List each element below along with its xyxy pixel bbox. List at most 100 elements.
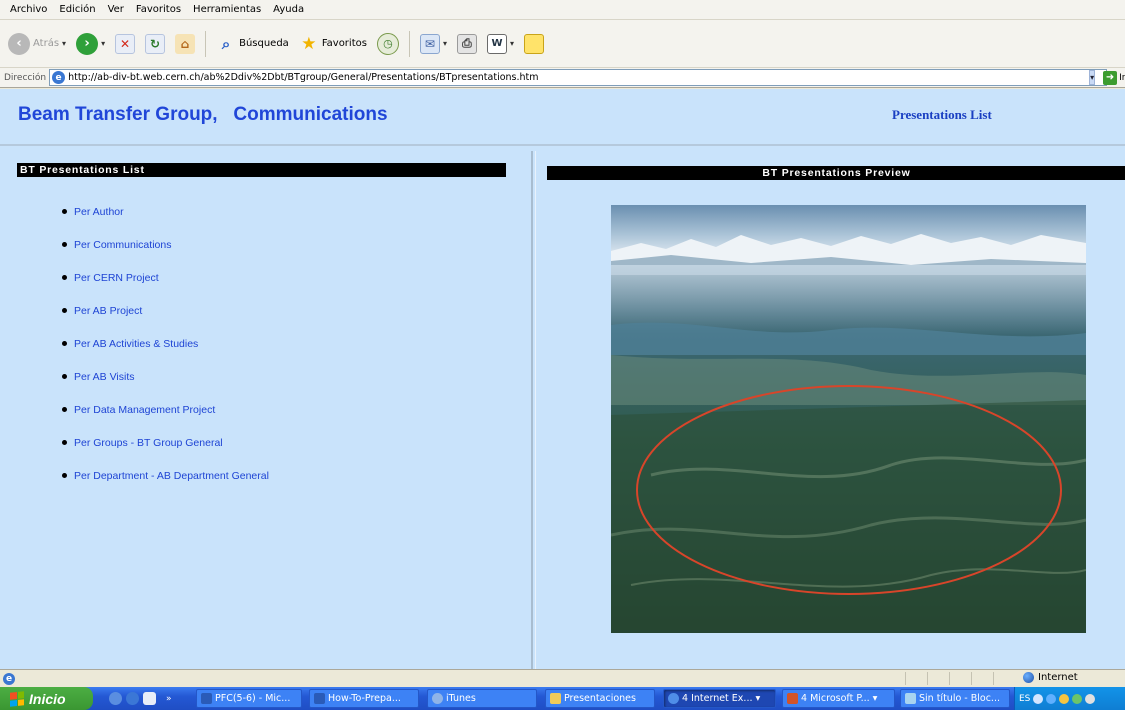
menu-ayuda[interactable]: Ayuda bbox=[267, 4, 310, 15]
favorites-button[interactable]: ★ Favoritos bbox=[297, 28, 369, 60]
list-item-link[interactable]: Per AB Visits bbox=[74, 371, 135, 383]
go-label: Ir bbox=[1119, 72, 1125, 83]
start-button[interactable]: Inicio bbox=[0, 687, 93, 710]
notes-button[interactable] bbox=[522, 28, 546, 60]
list-item-link[interactable]: Per Author bbox=[74, 206, 124, 218]
bullet-icon bbox=[62, 209, 67, 214]
menu-herramientas[interactable]: Herramientas bbox=[187, 4, 267, 15]
network-icon[interactable] bbox=[1046, 693, 1057, 704]
ie-page-icon: e bbox=[3, 672, 15, 685]
status-cell bbox=[993, 672, 1015, 685]
menu-archivo[interactable]: Archivo bbox=[4, 4, 53, 15]
presentations-list-link[interactable]: Presentations List bbox=[892, 107, 992, 123]
toolbar-separator bbox=[205, 30, 207, 57]
stop-button[interactable]: ✕ bbox=[113, 28, 137, 60]
back-label: Atrás bbox=[33, 38, 60, 49]
folder-icon bbox=[550, 693, 561, 704]
chevron-right-icon[interactable]: » bbox=[166, 694, 172, 704]
forward-arrow-icon: › bbox=[76, 32, 99, 55]
search-button[interactable]: ⌕ Búsqueda bbox=[214, 28, 291, 60]
chevron-down-icon[interactable]: ▾ bbox=[443, 39, 447, 48]
list-item[interactable]: Per Communications bbox=[62, 228, 269, 261]
address-input[interactable]: e http://ab-div-bt.web.cern.ch/ab%2Ddiv%… bbox=[49, 69, 1108, 86]
menu-favoritos[interactable]: Favoritos bbox=[130, 4, 187, 15]
menu-bar: Archivo Edición Ver Favoritos Herramient… bbox=[0, 0, 1125, 20]
ie-icon[interactable] bbox=[126, 692, 139, 705]
forward-button[interactable]: › ▾ bbox=[74, 28, 107, 60]
list-heading: BT Presentations List bbox=[17, 163, 506, 177]
go-button[interactable]: ➜ Ir bbox=[1103, 70, 1125, 85]
presentations-list: Per Author Per Communications Per CERN P… bbox=[62, 195, 269, 492]
chevron-down-icon[interactable]: ▾ bbox=[1089, 70, 1096, 85]
task-label: 4 Microsoft P... bbox=[801, 693, 870, 704]
list-item-link[interactable]: Per Department - AB Department General bbox=[74, 470, 269, 482]
list-item[interactable]: Per AB Activities & Studies bbox=[62, 327, 269, 360]
status-cell bbox=[971, 672, 993, 685]
mail-button[interactable]: ✉ ▾ bbox=[418, 28, 449, 60]
word-icon bbox=[314, 693, 325, 704]
search-label: Búsqueda bbox=[239, 38, 289, 49]
taskbar-button[interactable]: PFC(5-6) - Mic... bbox=[196, 689, 302, 708]
list-item-link[interactable]: Per Data Management Project bbox=[74, 404, 215, 416]
globe-icon bbox=[1023, 672, 1034, 683]
refresh-icon: ↻ bbox=[145, 33, 166, 54]
windows-taskbar: Inicio » PFC(5-6) - Mic... How-To-Prepa.… bbox=[0, 687, 1125, 710]
word-icon bbox=[201, 693, 212, 704]
tray-arrow-icon[interactable] bbox=[1033, 693, 1044, 704]
chevron-down-icon: ▾ bbox=[755, 693, 761, 704]
presentations-list-pane: BT Presentations List Per Author Per Com… bbox=[0, 151, 533, 669]
tray-app-icon[interactable] bbox=[1085, 693, 1096, 704]
list-item-link[interactable]: Per AB Project bbox=[74, 305, 142, 317]
list-item[interactable]: Per Department - AB Department General bbox=[62, 459, 269, 492]
show-desktop-icon[interactable] bbox=[143, 692, 156, 705]
tray-app-icon[interactable] bbox=[1072, 693, 1083, 704]
bullet-icon bbox=[62, 308, 67, 313]
list-item[interactable]: Per Data Management Project bbox=[62, 393, 269, 426]
list-item[interactable]: Per Author bbox=[62, 195, 269, 228]
menu-edicion[interactable]: Edición bbox=[53, 4, 101, 15]
home-button[interactable]: ⌂ bbox=[173, 28, 197, 60]
mail-icon: ✉ bbox=[419, 33, 440, 54]
chevron-down-icon[interactable]: ▾ bbox=[510, 39, 514, 48]
page-title: Beam Transfer Group, Communications bbox=[18, 104, 388, 125]
back-button[interactable]: ‹ Atrás ▾ bbox=[6, 28, 68, 60]
security-zone[interactable]: Internet bbox=[1023, 672, 1078, 683]
taskbar-button[interactable]: Presentaciones bbox=[545, 689, 655, 708]
toolbar-separator bbox=[408, 30, 410, 57]
quick-launch: » bbox=[109, 692, 172, 705]
taskbar-button[interactable]: iTunes bbox=[427, 689, 537, 708]
bullet-icon bbox=[62, 374, 67, 379]
note-icon bbox=[523, 33, 544, 54]
task-label: How-To-Prepa... bbox=[328, 693, 401, 704]
bullet-icon bbox=[62, 242, 67, 247]
taskbar-button[interactable]: Sin título - Bloc... bbox=[900, 689, 1010, 708]
list-item[interactable]: Per AB Project bbox=[62, 294, 269, 327]
taskbar-button[interactable]: 4 Internet Ex... ▾ bbox=[663, 689, 776, 708]
taskbar-button[interactable]: 4 Microsoft P... ▾ bbox=[782, 689, 895, 708]
tray-app-icon[interactable] bbox=[1059, 693, 1070, 704]
language-indicator[interactable]: ES bbox=[1019, 694, 1030, 704]
word-edit-icon: W bbox=[486, 33, 507, 54]
list-item-link[interactable]: Per Communications bbox=[74, 239, 171, 251]
list-item-link[interactable]: Per CERN Project bbox=[74, 272, 159, 284]
chevron-down-icon[interactable]: ▾ bbox=[101, 39, 105, 48]
menu-ver[interactable]: Ver bbox=[102, 4, 130, 15]
list-item[interactable]: Per CERN Project bbox=[62, 261, 269, 294]
status-cell bbox=[905, 672, 927, 685]
taskbar-button[interactable]: How-To-Prepa... bbox=[309, 689, 419, 708]
browser-toolbar: ‹ Atrás ▾ › ▾ ✕ ↻ ⌂ ⌕ Búsqueda ★ Favorit… bbox=[0, 20, 1125, 68]
history-button[interactable]: ◷ bbox=[375, 28, 401, 60]
list-item[interactable]: Per Groups - BT Group General bbox=[62, 426, 269, 459]
print-button[interactable]: ⎙ bbox=[455, 28, 479, 60]
bullet-icon bbox=[62, 407, 67, 412]
chevron-down-icon: ▾ bbox=[872, 693, 878, 704]
refresh-button[interactable]: ↻ bbox=[143, 28, 167, 60]
media-player-icon[interactable] bbox=[109, 692, 122, 705]
list-item[interactable]: Per AB Visits bbox=[62, 360, 269, 393]
chevron-down-icon[interactable]: ▾ bbox=[62, 39, 66, 48]
list-item-link[interactable]: Per Groups - BT Group General bbox=[74, 437, 223, 449]
list-item-link[interactable]: Per AB Activities & Studies bbox=[74, 338, 198, 350]
go-arrow-icon: ➜ bbox=[1103, 70, 1118, 85]
windows-logo-icon bbox=[10, 690, 24, 707]
edit-button[interactable]: W ▾ bbox=[485, 28, 516, 60]
